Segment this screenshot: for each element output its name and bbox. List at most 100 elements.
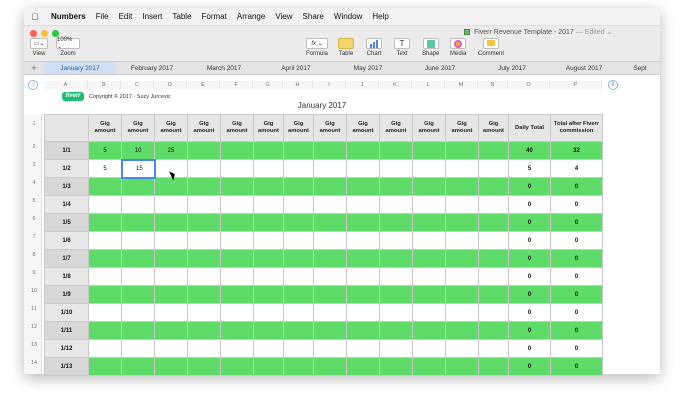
- total-after-commission-cell[interactable]: 32: [550, 141, 603, 160]
- date-cell[interactable]: 1/6: [44, 231, 89, 250]
- daily-total-cell[interactable]: 0: [508, 231, 551, 250]
- daily-total-cell[interactable]: 0: [508, 357, 551, 376]
- gig-amount-cell[interactable]: [187, 213, 221, 232]
- apple-icon[interactable]: : [24, 12, 46, 22]
- column-letter[interactable]: D: [154, 81, 187, 89]
- gig-amount-cell[interactable]: [478, 321, 509, 340]
- minimize-window-button[interactable]: [41, 30, 48, 37]
- gig-amount-cell[interactable]: [187, 177, 221, 196]
- gig-amount-cell[interactable]: [220, 357, 254, 376]
- row-number[interactable]: 14: [26, 360, 42, 366]
- gig-amount-cell[interactable]: [346, 213, 380, 232]
- gig-amount-cell[interactable]: [187, 303, 221, 322]
- gig-amount-cell[interactable]: [412, 195, 446, 214]
- gig-amount-cell[interactable]: [121, 285, 155, 304]
- column-letter[interactable]: A: [44, 81, 88, 89]
- menu-edit[interactable]: Edit: [114, 12, 138, 21]
- tab-february-2017[interactable]: February 2017: [116, 62, 188, 74]
- column-letter[interactable]: G: [253, 81, 283, 89]
- gig-amount-cell[interactable]: [187, 357, 221, 376]
- total-after-commission-cell[interactable]: 0: [550, 267, 603, 286]
- gig-amount-cell[interactable]: [154, 357, 188, 376]
- total-after-commission-cell[interactable]: 0: [550, 195, 603, 214]
- gig-amount-cell[interactable]: [253, 141, 284, 160]
- gig-amount-cell[interactable]: [121, 267, 155, 286]
- gig-amount-cell[interactable]: [346, 249, 380, 268]
- gig-amount-cell[interactable]: [253, 357, 284, 376]
- daily-total-cell[interactable]: 0: [508, 249, 551, 268]
- gig-amount-cell[interactable]: [154, 249, 188, 268]
- gig-amount-cell[interactable]: [346, 321, 380, 340]
- gig-amount-cell[interactable]: [445, 285, 479, 304]
- header-total-after-commission[interactable]: Total after Fiverr commission: [550, 114, 603, 142]
- gig-amount-cell[interactable]: [346, 267, 380, 286]
- gig-amount-cell[interactable]: [412, 159, 446, 178]
- column-letter[interactable]: M: [445, 81, 478, 89]
- gig-amount-cell[interactable]: [283, 357, 314, 376]
- daily-total-cell[interactable]: 0: [508, 177, 551, 196]
- gig-amount-cell[interactable]: [187, 159, 221, 178]
- tab-january-2017[interactable]: January 2017: [44, 62, 116, 74]
- tab-april-2017[interactable]: April 2017: [260, 62, 332, 74]
- gig-amount-cell[interactable]: [478, 339, 509, 358]
- gig-amount-cell[interactable]: [346, 159, 380, 178]
- date-cell[interactable]: 1/7: [44, 249, 89, 268]
- gig-amount-cell[interactable]: [379, 195, 413, 214]
- column-letter[interactable]: F: [220, 81, 253, 89]
- row-number[interactable]: 1: [26, 121, 42, 127]
- gig-amount-cell[interactable]: [478, 249, 509, 268]
- daily-total-cell[interactable]: 0: [508, 213, 551, 232]
- header-gig-amount[interactable]: Gig amount: [283, 114, 314, 142]
- gig-amount-cell[interactable]: [313, 141, 347, 160]
- gig-amount-cell[interactable]: [154, 321, 188, 340]
- gig-amount-cell[interactable]: [187, 267, 221, 286]
- gig-amount-cell[interactable]: [346, 141, 380, 160]
- gig-amount-cell[interactable]: [88, 195, 122, 214]
- gig-amount-cell[interactable]: [253, 159, 284, 178]
- gig-amount-cell[interactable]: [313, 357, 347, 376]
- gig-amount-cell[interactable]: [412, 231, 446, 250]
- gig-amount-cell[interactable]: [220, 195, 254, 214]
- gig-amount-cell[interactable]: [478, 285, 509, 304]
- gig-amount-cell[interactable]: 10: [121, 141, 155, 160]
- zoom-value[interactable]: 100% ⌄: [56, 37, 80, 50]
- gig-amount-cell[interactable]: [445, 339, 479, 358]
- gig-amount-cell[interactable]: 5: [88, 159, 122, 178]
- gig-amount-cell[interactable]: [187, 339, 221, 358]
- gig-amount-cell[interactable]: [346, 357, 380, 376]
- gig-amount-cell[interactable]: [187, 141, 221, 160]
- gig-amount-cell[interactable]: [253, 267, 284, 286]
- date-cell[interactable]: 1/3: [44, 177, 89, 196]
- total-after-commission-cell[interactable]: 0: [550, 285, 603, 304]
- tab-may-2017[interactable]: May 2017: [332, 62, 404, 74]
- header-gig-amount[interactable]: Gig amount: [88, 114, 122, 142]
- gig-amount-cell[interactable]: [283, 195, 314, 214]
- zoom-window-button[interactable]: [52, 30, 59, 37]
- gig-amount-cell[interactable]: [313, 321, 347, 340]
- gig-amount-cell[interactable]: [379, 303, 413, 322]
- column-letter[interactable]: L: [412, 81, 445, 89]
- gig-amount-cell[interactable]: [220, 339, 254, 358]
- gig-amount-cell[interactable]: [121, 231, 155, 250]
- gig-amount-cell[interactable]: [478, 267, 509, 286]
- text-button[interactable]: T Text: [394, 38, 410, 57]
- gig-amount-cell[interactable]: [283, 249, 314, 268]
- gig-amount-cell[interactable]: [220, 249, 254, 268]
- header-gig-amount[interactable]: Gig amount: [445, 114, 479, 142]
- gig-amount-cell[interactable]: [445, 321, 479, 340]
- gig-amount-cell[interactable]: [412, 303, 446, 322]
- gig-amount-cell[interactable]: [412, 321, 446, 340]
- gig-amount-cell[interactable]: [379, 339, 413, 358]
- gig-amount-cell[interactable]: [187, 249, 221, 268]
- gig-amount-cell[interactable]: [220, 141, 254, 160]
- header-corner-cell[interactable]: [44, 114, 89, 142]
- gig-amount-cell[interactable]: [412, 213, 446, 232]
- selected-cell-editing[interactable]: 15: [120, 158, 156, 179]
- gig-amount-cell[interactable]: [478, 141, 509, 160]
- gig-amount-cell[interactable]: [283, 339, 314, 358]
- gig-amount-cell[interactable]: [283, 159, 314, 178]
- menu-arrange[interactable]: Arrange: [232, 12, 270, 21]
- gig-amount-cell[interactable]: [379, 285, 413, 304]
- gig-amount-cell[interactable]: [220, 267, 254, 286]
- gig-amount-cell[interactable]: [379, 249, 413, 268]
